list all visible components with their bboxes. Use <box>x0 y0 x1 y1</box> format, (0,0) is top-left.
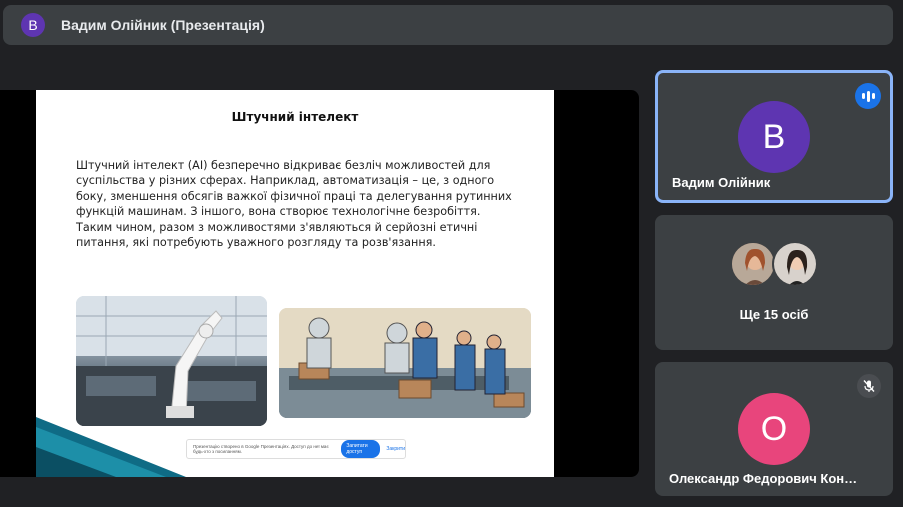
participant-name: Вадим Олійник <box>672 175 771 190</box>
more-participants-label: Ще 15 осіб <box>739 307 809 322</box>
slide: Штучний інтелект Штучний інтелект (АІ) б… <box>36 90 554 477</box>
speaking-indicator-icon <box>855 83 881 109</box>
robots-factory-image <box>279 308 531 418</box>
participant-tile-vadym[interactable]: В Вадим Олійник <box>655 70 893 203</box>
participant-photo <box>772 241 818 287</box>
slide-title: Штучний інтелект <box>231 110 359 124</box>
participant-avatar: О <box>738 393 810 465</box>
presentation-stage: Штучний інтелект Штучний інтелект (АІ) б… <box>0 90 639 477</box>
participant-photo <box>730 241 776 287</box>
participant-tile-oleksandr[interactable]: О Олександр Федорович Кон… <box>655 362 893 496</box>
participant-name: Олександр Федорович Кон… <box>669 471 858 486</box>
presentation-title: Вадим Олійник (Презентація) <box>61 17 265 33</box>
access-banner: Презентацію створено в Google Презентаці… <box>186 439 406 459</box>
slide-corner-decoration <box>36 417 186 477</box>
request-access-button[interactable]: Запитати доступ <box>341 440 381 458</box>
robot-arm-image <box>76 296 267 426</box>
presenter-avatar: В <box>21 13 45 37</box>
access-banner-text: Презентацію створено в Google Презентаці… <box>193 444 329 454</box>
slide-body: Штучний інтелект (АІ) безперечно відкрив… <box>76 159 512 250</box>
mic-off-icon <box>857 374 881 398</box>
close-banner-link[interactable]: Закрити <box>386 446 405 452</box>
participant-avatar: В <box>738 101 810 173</box>
more-participants-tile[interactable]: Ще 15 осіб <box>655 215 893 350</box>
presentation-header: В Вадим Олійник (Презентація) <box>3 5 893 45</box>
